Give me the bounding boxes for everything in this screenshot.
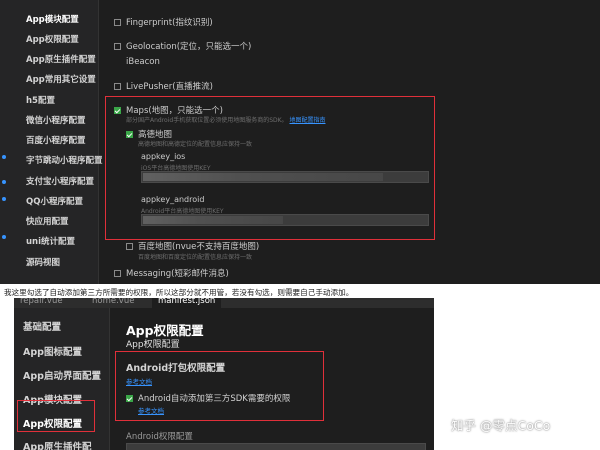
appkey-ios-redacted [143,173,383,181]
gutter-marker [2,155,6,159]
sidebar-item-weixin[interactable]: 微信小程序配置 [26,114,86,126]
amap-checkbox[interactable] [126,130,133,138]
fingerprint-label: Fingerprint(指纹识别) [126,18,213,28]
permissions-menu-highlight-box [17,400,95,432]
messaging-checkbox[interactable] [114,269,121,277]
sidebar-item-quickapp[interactable]: 快应用配置 [26,215,69,227]
auto-add-permissions-label: Android自动添加第三方SDK需要的权限 [138,394,291,404]
reference-doc-link[interactable]: 参考文档 [126,376,152,386]
maps-description: 部分国产Android手机获取位置必须使用地图服务商的SDK。 地图配置指南 [126,115,326,124]
sidebar-item-h5[interactable]: h5配置 [26,94,55,106]
appkey-android-label: appkey_android [141,195,205,204]
editor-gutter [0,0,7,284]
maps-guide-link[interactable]: 地图配置指南 [289,117,325,124]
sidebar-item-basic[interactable]: 基础配置 [23,319,61,333]
permissions-editor-area[interactable] [126,443,426,450]
ibeacon-option[interactable]: iBeacon [126,57,160,67]
zhihu-watermark: 知乎 @零点CoCo [451,418,551,433]
manifest-modules-screenshot: App模块配置 App权限配置 App原生插件配置 App常用其它设置 h5配置… [0,0,600,284]
auto-add-permissions-checkbox[interactable] [126,394,133,402]
sidebar-item-app-icon[interactable]: App图标配置 [23,344,82,358]
messaging-option[interactable]: Messaging(短彩邮件消息) [114,267,229,279]
ibeacon-label: iBeacon [126,57,160,67]
caption-text: 我这里勾选了自动添加第三方所需要的权限，所以这部分就不用管，若没有勾选，则需要自… [4,288,354,297]
sidebar-item-native-plugins[interactable]: App原生插件配 [23,439,91,450]
auto-add-reference-link[interactable]: 参考文档 [138,405,164,415]
baidu-map-description: 百度地图和百度定位的配置信息应保持一致 [138,254,253,261]
gutter-marker [2,235,6,239]
fingerprint-option[interactable]: Fingerprint(指纹识别) [114,16,213,28]
modules-panel: Fingerprint(指纹识别) Geolocation(定位，只能选一个) … [100,0,600,284]
sidebar-item-uni-stat[interactable]: uni统计配置 [26,235,75,247]
sidebar-item-app-splash[interactable]: App启动界面配置 [23,368,101,382]
maps-desc-text: 部分国产Android手机获取位置必须使用地图服务商的SDK。 [126,117,288,124]
sidebar-item-app-modules[interactable]: App模块配置 [26,13,79,25]
tab-repair-vue[interactable]: repair.vue [14,298,69,308]
amap-description: 高德地图和高德定位的配置信息应保持一致 [138,141,253,148]
android-permissions-section-title: Android权限配置 [126,432,193,442]
tab-home-vue[interactable]: home.vue [86,298,140,308]
messaging-label: Messaging(短彩邮件消息) [126,269,229,279]
baidu-map-option[interactable]: 百度地图(nvue不支持百度地图) [126,240,259,252]
livepusher-label: LivePusher(直播推流) [126,82,213,92]
tab-manifest-json[interactable]: manifest.json [152,298,222,308]
fingerprint-checkbox[interactable] [114,18,121,26]
appkey-ios-label: appkey_ios [141,152,186,161]
android-packaging-permissions-title: Android打包权限配置 [126,363,226,374]
sidebar-item-source-view[interactable]: 源码视图 [26,256,60,268]
sidebar-item-baidu[interactable]: 百度小程序配置 [26,134,86,146]
gutter-marker [2,180,6,184]
sidebar-item-app-permissions[interactable]: App权限配置 [26,33,79,45]
sidebar-item-other-settings[interactable]: App常用其它设置 [26,73,96,85]
sidebar-item-toutiao[interactable]: 字节跳动小程序配置 [26,154,103,166]
appkey-android-redacted [143,216,283,224]
editor-tab-bar: repair.vue home.vue manifest.json [14,298,434,308]
maps-checkbox[interactable] [114,106,121,114]
livepusher-checkbox[interactable] [114,82,121,90]
baidu-map-checkbox[interactable] [126,242,133,250]
gutter-marker [2,197,6,201]
manifest-sidebar: App模块配置 App权限配置 App原生插件配置 App常用其它设置 h5配置… [7,0,103,284]
baidu-map-label: 百度地图(nvue不支持百度地图) [138,242,260,252]
geolocation-label: Geolocation(定位，只能选一个) [126,42,252,52]
app-permissions-screenshot: repair.vue home.vue manifest.json 基础配置 A… [14,298,434,450]
sidebar-item-alipay[interactable]: 支付宝小程序配置 [26,175,94,187]
geolocation-option[interactable]: Geolocation(定位，只能选一个) [114,40,251,52]
auto-add-permissions-option[interactable]: Android自动添加第三方SDK需要的权限 [126,392,290,404]
geolocation-checkbox[interactable] [114,42,121,50]
livepusher-option[interactable]: LivePusher(直播推流) [114,80,213,92]
page-subtitle: App权限配置 [126,340,180,350]
sidebar-item-native-plugins[interactable]: App原生插件配置 [26,53,96,65]
sidebar-item-qq[interactable]: QQ小程序配置 [26,195,83,207]
